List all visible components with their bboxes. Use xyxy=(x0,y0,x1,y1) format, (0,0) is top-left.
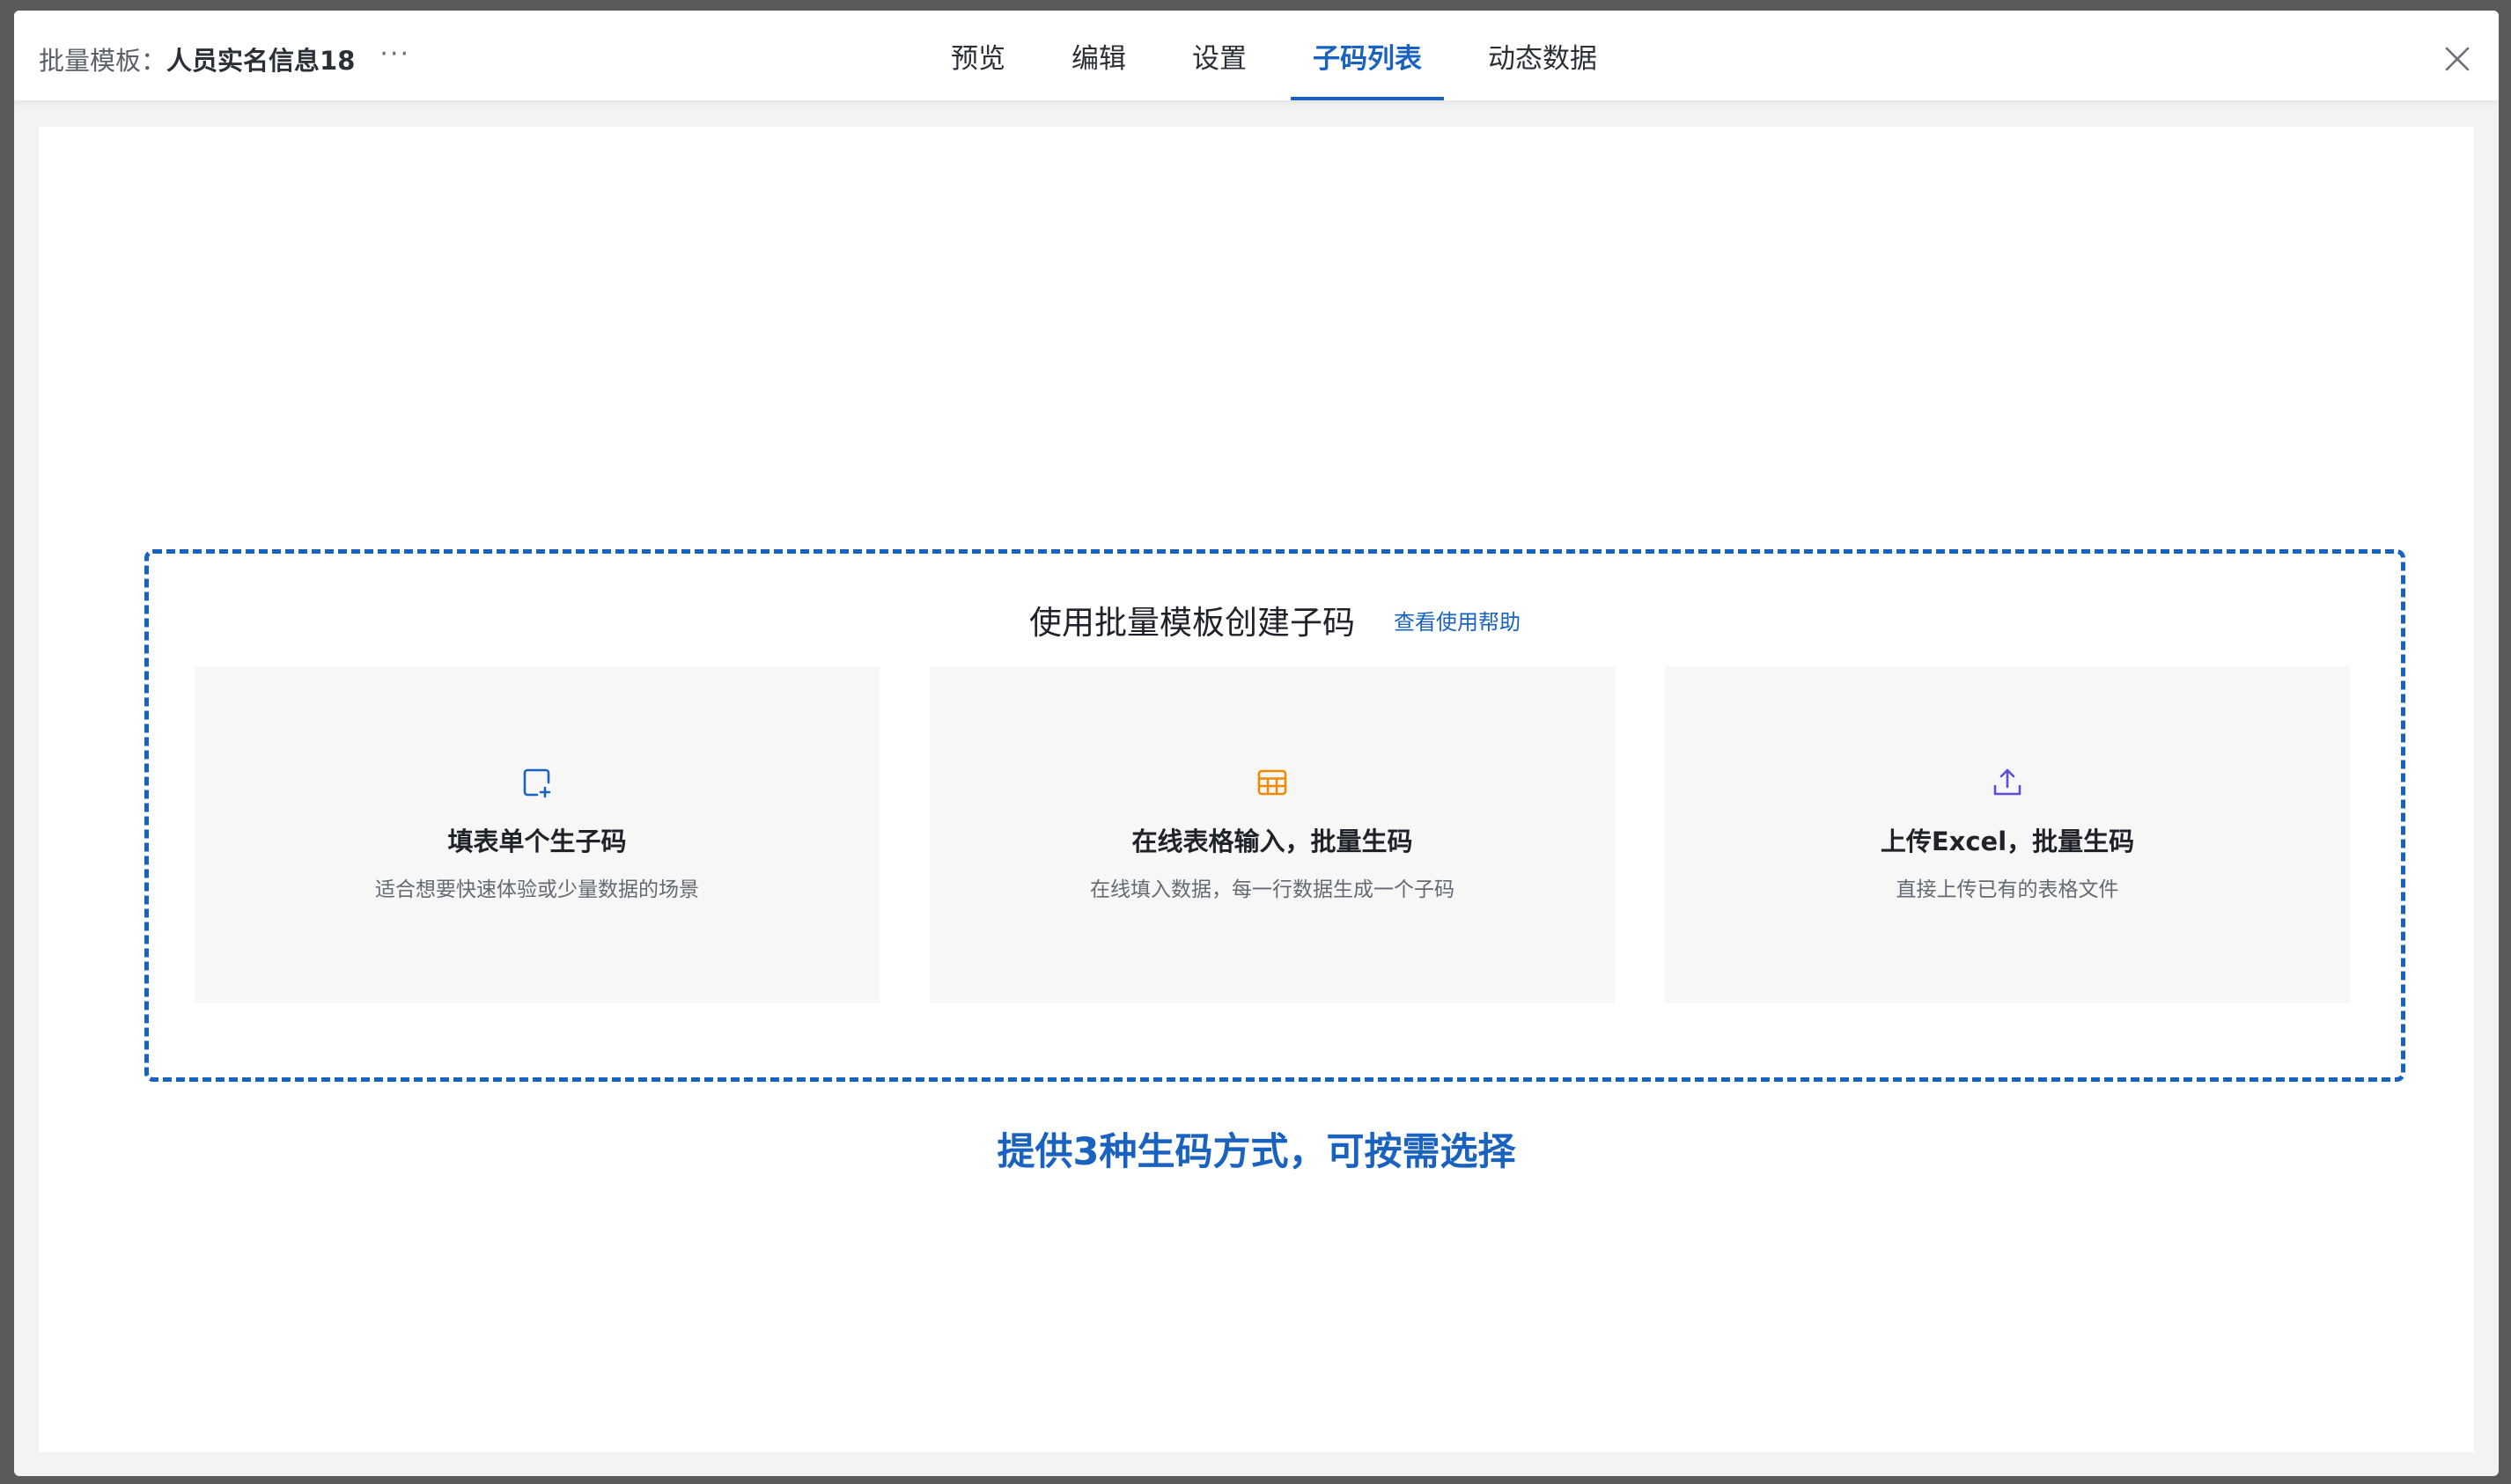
annotation-caption: 提供3种生码方式，可按需选择 xyxy=(997,1130,1516,1174)
modal-header: 批量模板： 人员实名信息18 ··· 预览 编辑 设置 子码列表 动态数据 xyxy=(14,11,2499,100)
section-title: 使用批量模板创建子码 xyxy=(1029,604,1355,642)
tab-bar: 预览 编辑 设置 子码列表 动态数据 xyxy=(929,11,1619,100)
tab-sub-code-list[interactable]: 子码列表 xyxy=(1291,11,1444,100)
upload-icon xyxy=(1993,768,2021,796)
tab-preview[interactable]: 预览 xyxy=(929,11,1027,100)
main-content: 使用批量模板创建子码 查看使用帮助 填表单个生子码 适合想要快速体验或少量数据的… xyxy=(39,127,2474,1452)
title-prefix: 批量模板： xyxy=(39,46,167,76)
card-title: 上传Excel，批量生码 xyxy=(1880,826,2135,856)
card-description: 直接上传已有的表格文件 xyxy=(1896,878,2119,901)
more-options-button[interactable]: ··· xyxy=(379,39,410,70)
card-description: 在线填入数据，每一行数据生成一个子码 xyxy=(1090,878,1454,901)
table-icon xyxy=(1257,769,1287,796)
card-title: 在线表格输入，批量生码 xyxy=(1131,826,1413,856)
tab-edit[interactable]: 编辑 xyxy=(1049,11,1148,100)
card-upload-excel[interactable]: 上传Excel，批量生码 直接上传已有的表格文件 xyxy=(1665,666,2350,1003)
close-icon[interactable] xyxy=(2442,44,2472,74)
creation-methods-highlight: 使用批量模板创建子码 查看使用帮助 填表单个生子码 适合想要快速体验或少量数据的… xyxy=(144,549,2405,1082)
card-description: 适合想要快速体验或少量数据的场景 xyxy=(375,878,699,901)
card-title: 填表单个生子码 xyxy=(447,826,627,856)
tab-settings[interactable]: 设置 xyxy=(1170,11,1269,100)
add-form-icon xyxy=(523,768,551,798)
tab-dynamic-data[interactable]: 动态数据 xyxy=(1466,11,1619,100)
batch-template-modal: 批量模板： 人员实名信息18 ··· 预览 编辑 设置 子码列表 动态数据 使用… xyxy=(14,11,2499,1476)
template-name: 人员实名信息18 xyxy=(166,46,356,76)
card-online-table[interactable]: 在线表格输入，批量生码 在线填入数据，每一行数据生成一个子码 xyxy=(930,666,1615,1003)
method-cards: 填表单个生子码 适合想要快速体验或少量数据的场景 在线表格输入，批量生码 在线填… xyxy=(195,666,2350,1003)
help-link[interactable]: 查看使用帮助 xyxy=(1394,605,1521,635)
section-header: 使用批量模板创建子码 查看使用帮助 xyxy=(149,596,2401,643)
card-single-form[interactable]: 填表单个生子码 适合想要快速体验或少量数据的场景 xyxy=(195,666,880,1003)
page-title: 批量模板： 人员实名信息18 ··· xyxy=(39,39,410,79)
